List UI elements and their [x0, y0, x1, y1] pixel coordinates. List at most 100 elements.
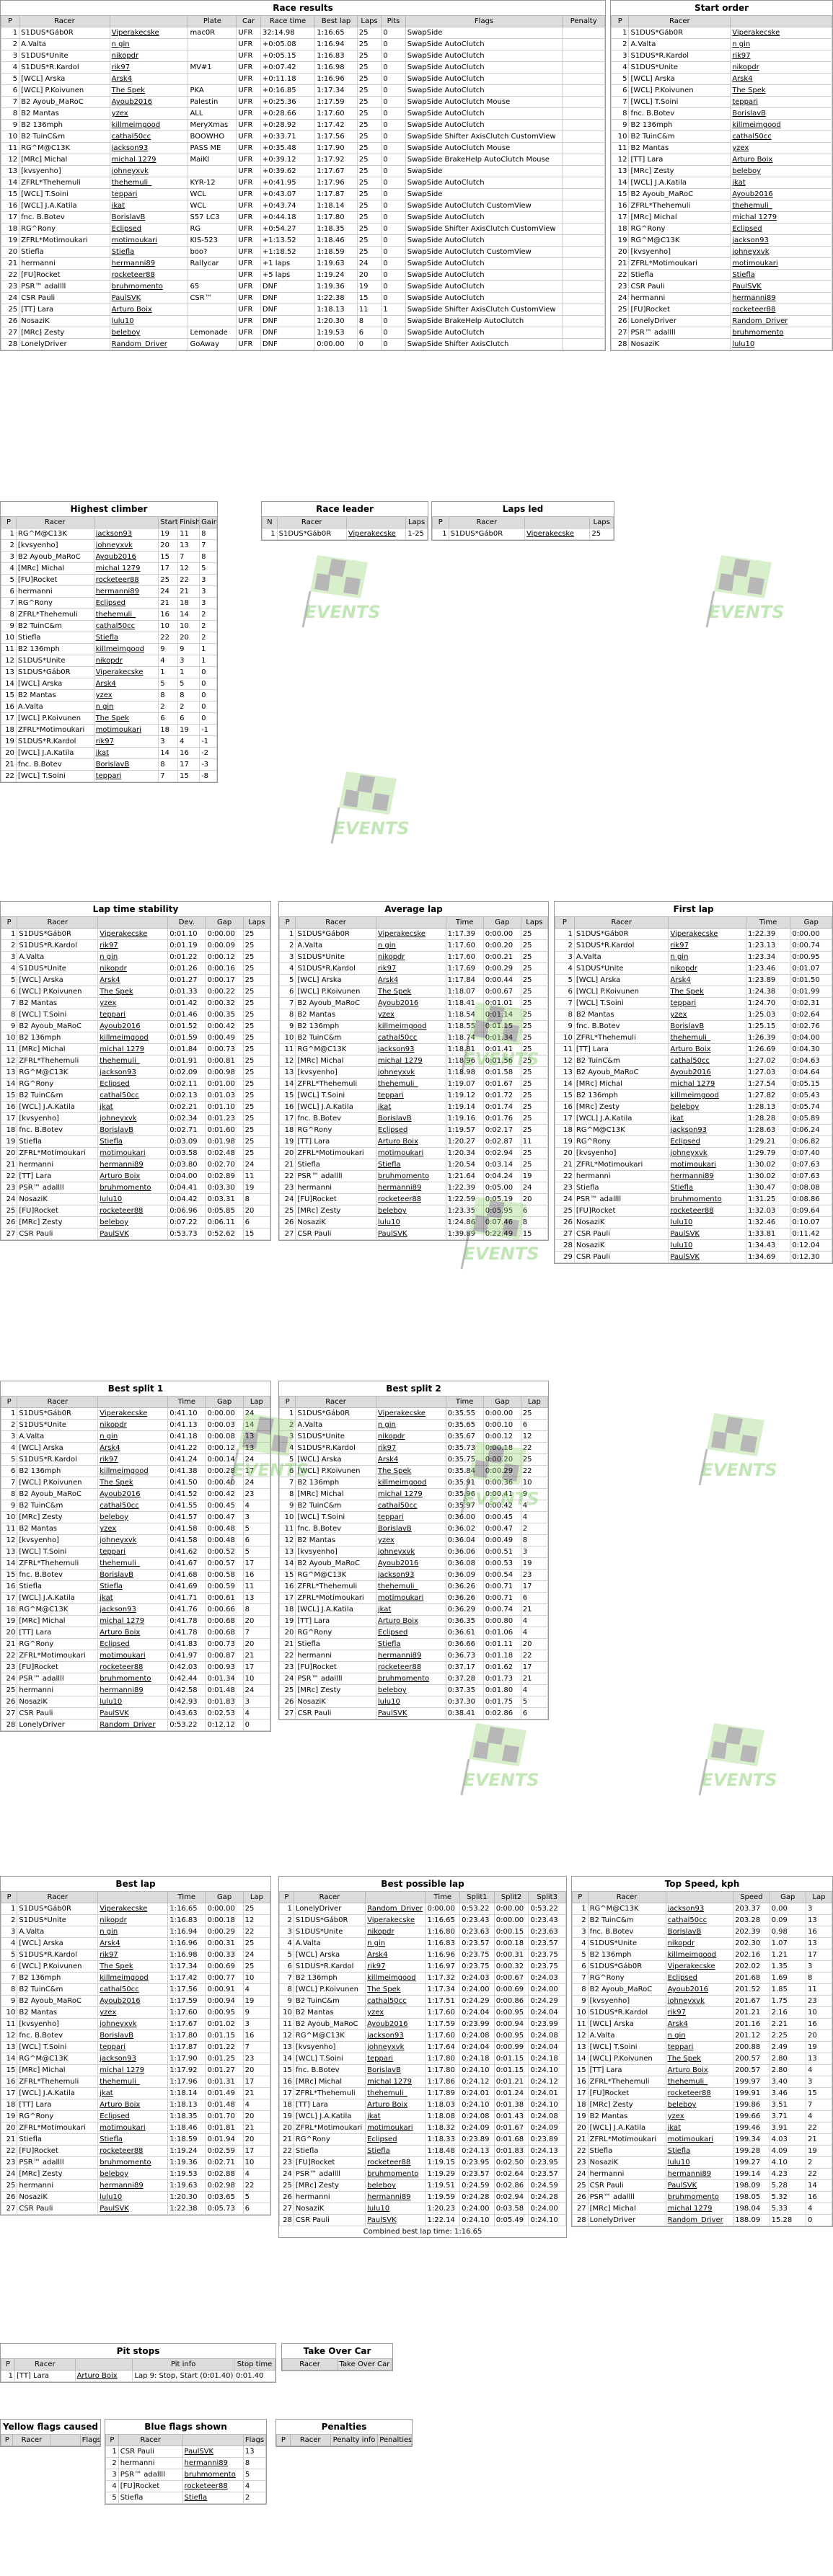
racer-link[interactable]: hermanni89: [97, 2179, 169, 2192]
racer-link[interactable]: cathal50cc: [97, 1500, 169, 1512]
racer-link[interactable]: michal 1279: [97, 2064, 169, 2076]
racer-link[interactable]: jackson93: [93, 528, 159, 540]
racer-link[interactable]: michal 1279: [665, 2203, 734, 2215]
racer-link[interactable]: BorislavB: [365, 2064, 426, 2076]
racer-link[interactable]: michal 1279: [97, 1615, 169, 1627]
racer-link[interactable]: yzex: [668, 1009, 746, 1021]
racer-link[interactable]: rocketeer88: [375, 1661, 446, 1673]
racer-link[interactable]: Arsk4: [365, 1949, 426, 1961]
racer-link[interactable]: beleboy: [97, 2168, 169, 2180]
racer-link[interactable]: thehemuli_: [365, 2087, 426, 2099]
racer-link[interactable]: Arturo Boix: [97, 1626, 169, 1639]
racer-link[interactable]: Random_Driver: [730, 315, 832, 327]
racer-link[interactable]: Eclipsed: [93, 597, 159, 609]
racer-link[interactable]: Arturo Boix: [375, 1615, 446, 1627]
racer-link[interactable]: Stiefla: [97, 2133, 169, 2146]
racer-link[interactable]: thehemuli_: [93, 608, 159, 621]
racer-link[interactable]: thehemuli_: [730, 200, 832, 212]
racer-link[interactable]: Stiefla: [375, 1638, 446, 1650]
racer-link[interactable]: rocketeer88: [375, 1193, 446, 1205]
racer-link[interactable]: hermanni89: [730, 292, 832, 304]
racer-link[interactable]: rik97: [97, 939, 169, 952]
racer-link[interactable]: Eclipsed: [97, 1638, 169, 1650]
racer-link[interactable]: Arsk4: [93, 678, 159, 690]
racer-link[interactable]: johneyxvk: [109, 165, 189, 177]
racer-link[interactable]: jackson93: [665, 1903, 734, 1915]
racer-link[interactable]: Ayoub2016: [97, 1020, 169, 1032]
racer-link[interactable]: killmeimgood: [668, 1089, 746, 1102]
racer-link[interactable]: yzex: [97, 2006, 169, 2019]
racer-link[interactable]: jackson93: [97, 1603, 169, 1616]
racer-link[interactable]: hermanni89: [97, 1159, 169, 1171]
racer-link[interactable]: PaulSVK: [375, 1228, 446, 1240]
racer-link[interactable]: nikopdr: [665, 1937, 734, 1949]
racer-link[interactable]: johneyxvk: [665, 1995, 734, 2007]
racer-link[interactable]: n gin: [375, 939, 446, 952]
racer-link[interactable]: Stiefla: [97, 1136, 169, 1148]
racer-link[interactable]: teppari: [730, 96, 832, 108]
racer-link[interactable]: bruhmomento: [97, 1673, 169, 1685]
racer-link[interactable]: bruhmomento: [365, 2168, 426, 2180]
racer-link[interactable]: BorislavB: [97, 1124, 169, 1136]
racer-link[interactable]: motimoukari: [365, 2122, 426, 2134]
racer-link[interactable]: PaulSVK: [665, 2179, 734, 2192]
racer-link[interactable]: bruhmomento: [375, 1170, 446, 1182]
racer-link[interactable]: thehemuli_: [97, 2076, 169, 2088]
racer-link[interactable]: Stiefla: [375, 1159, 446, 1171]
racer-link[interactable]: Arturo Boix: [665, 2064, 734, 2076]
racer-link[interactable]: michal 1279: [97, 1043, 169, 1055]
racer-link[interactable]: The Spek: [97, 1960, 169, 1973]
racer-link[interactable]: Arturo Boix: [668, 1043, 746, 1055]
racer-link[interactable]: killmeimgood: [97, 1465, 169, 1477]
racer-link[interactable]: killmeimgood: [93, 643, 159, 655]
racer-link[interactable]: michal 1279: [730, 211, 832, 223]
racer-link[interactable]: teppari: [665, 2041, 734, 2053]
racer-link[interactable]: nikopdr: [97, 1419, 169, 1431]
racer-link[interactable]: teppari: [93, 770, 159, 782]
racer-link[interactable]: BorislavB: [97, 2030, 169, 2042]
racer-link[interactable]: killmeimgood: [665, 1949, 734, 1961]
racer-link[interactable]: Ayoub2016: [97, 1995, 169, 2007]
racer-link[interactable]: rocketeer88: [97, 1661, 169, 1673]
racer-link[interactable]: rik97: [730, 50, 832, 62]
racer-link[interactable]: The Spek: [375, 986, 446, 998]
racer-link[interactable]: rik97: [665, 2006, 734, 2019]
racer-link[interactable]: lulu10: [665, 2156, 734, 2169]
racer-link[interactable]: rocketeer88: [97, 2145, 169, 2157]
racer-link[interactable]: motimoukari: [97, 2122, 169, 2134]
racer-link[interactable]: lulu10: [365, 2203, 426, 2215]
racer-link[interactable]: teppari: [375, 1089, 446, 1102]
racer-link[interactable]: n gin: [665, 2030, 734, 2042]
racer-link[interactable]: Stiefla: [182, 2492, 244, 2504]
racer-link[interactable]: johneyxvk: [97, 1112, 169, 1125]
racer-link[interactable]: Viperakecske: [97, 1903, 169, 1915]
racer-link[interactable]: Stiefla: [109, 246, 189, 258]
racer-link[interactable]: yzex: [109, 107, 189, 120]
racer-link[interactable]: BorislavB: [665, 1926, 734, 1938]
racer-link[interactable]: Ayoub2016: [375, 997, 446, 1009]
racer-link[interactable]: n gin: [668, 951, 746, 963]
racer-link[interactable]: jackson93: [375, 1043, 446, 1055]
racer-link[interactable]: The Spek: [109, 84, 189, 97]
racer-link[interactable]: johneyxvk: [365, 2041, 426, 2053]
racer-link[interactable]: lulu10: [97, 1193, 169, 1205]
racer-link[interactable]: beleboy: [109, 327, 189, 339]
racer-link[interactable]: rik97: [93, 735, 159, 748]
racer-link[interactable]: Arsk4: [97, 1937, 169, 1949]
racer-link[interactable]: Stiefla: [730, 269, 832, 281]
racer-link[interactable]: rik97: [365, 1960, 426, 1973]
racer-link[interactable]: Viperakecske: [109, 27, 189, 39]
racer-link[interactable]: rocketeer88: [365, 2156, 426, 2169]
racer-link[interactable]: Stiefla: [365, 2145, 426, 2157]
racer-link[interactable]: lulu10: [109, 315, 189, 327]
racer-link[interactable]: nikopdr: [97, 1914, 169, 1926]
racer-link[interactable]: Arsk4: [668, 974, 746, 986]
racer-link[interactable]: hermanni89: [365, 2191, 426, 2203]
racer-link[interactable]: Viperakecske: [375, 928, 446, 940]
racer-link[interactable]: The Spek: [93, 712, 159, 725]
racer-link[interactable]: The Spek: [730, 84, 832, 97]
racer-link[interactable]: Arturo Boix: [97, 2099, 169, 2111]
racer-link[interactable]: Viperakecske: [375, 1407, 446, 1420]
racer-link[interactable]: Viperakecske: [97, 1407, 169, 1420]
racer-link[interactable]: rocketeer88: [93, 574, 159, 586]
